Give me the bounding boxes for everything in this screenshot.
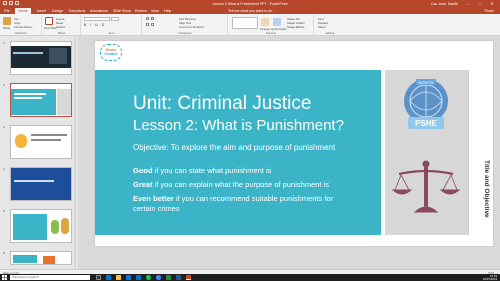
logo-text-line2: Creative [104,52,118,56]
thumbnail-image[interactable] [10,83,72,117]
user-name[interactable]: Cao Juan, Danflh [431,2,458,6]
minimize-icon[interactable]: – [462,0,474,7]
paragraph-group: Text Direction Align Text Convert to Sma… [143,15,228,35]
align-left-icon[interactable] [146,23,149,26]
paragraph-label: Paragraph [178,31,192,35]
editing-label: Editing [325,31,335,35]
bullets-icon[interactable] [146,17,149,20]
taskbar-search-input[interactable]: Type here to search [10,275,90,280]
windows-start-icon[interactable] [2,275,7,280]
font-label: Font [108,31,115,35]
great-criteria[interactable]: Great if you can explain what the purpos… [133,180,329,189]
title-panel: Unit: Criminal Justice Lesson 2: What is… [95,70,381,235]
quick-styles-icon[interactable] [273,18,281,26]
thumbnail-image[interactable] [10,209,72,243]
font-group: B I U S Font [82,15,142,35]
shape-effects-button[interactable]: Shape Effects [287,25,304,29]
thumbnail-scrollbar[interactable] [74,36,76,269]
thumbnail-number: 4 [3,167,5,171]
numbering-icon[interactable] [151,17,154,20]
powerpoint-icon[interactable] [186,275,191,280]
even-better-criteria-cont[interactable]: certain crimes [133,204,180,213]
new-slide-button[interactable]: New Slide [44,26,57,30]
section-button[interactable]: Section [56,25,65,29]
system-clock[interactable]: 10:19 01/07/2019 [483,274,497,281]
window-title: Lesson 2 What is Punishment PPT - PowerP… [212,1,288,6]
chrome-icon[interactable] [156,275,161,280]
drawing-label: Drawing [265,31,277,35]
shapes-gallery[interactable] [232,17,258,29]
slides-group: New Slide Layout Reset Section Slides [43,15,81,35]
font-name-select[interactable] [84,17,110,21]
image-panel: RIGHTS PSHE [385,70,468,235]
evans-creative-logo: Evans Creative [100,44,122,61]
good-label: Good [133,166,153,175]
thumbnail-number: 2 [3,83,5,87]
thumbnail-image[interactable] [10,41,72,75]
arrange-icon[interactable] [261,18,269,26]
windows-taskbar: Type here to search 10:19 01/07/2019 [0,274,500,281]
edge-browser-icon[interactable] [106,275,111,280]
convert-smartart-button[interactable]: Convert to SmartArt [179,25,204,29]
thumbnail-number: 6 [3,251,5,255]
slide-objective[interactable]: Objective: To explore the aim and purpos… [133,143,335,152]
slide-subtitle[interactable]: Lesson 2: What is Punishment? [133,117,344,134]
mail-icon[interactable] [136,275,141,280]
thumbnail-image[interactable] [10,251,72,265]
close-icon[interactable]: ✕ [486,0,498,7]
clock-date: 01/07/2019 [483,276,497,281]
thumbnail-number: 1 [3,41,5,45]
maximize-icon[interactable]: □ [474,0,486,7]
font-size-select[interactable] [111,17,119,21]
clipboard-group: Paste Cut Copy Format Painter Clipboard [0,15,42,35]
even-better-label: Even better [133,194,174,203]
scales-of-justice-icon [391,160,461,213]
pshe-badge-icon: RIGHTS PSHE [404,79,448,129]
format-painter-button[interactable]: Format Painter [14,25,33,29]
font-format-buttons[interactable]: B I U S [84,23,106,27]
store-icon[interactable] [126,275,131,280]
thumbnail-image[interactable] [10,167,72,201]
ribbon: Paste Cut Copy Format Painter Clipboard … [0,14,500,36]
even-better-criteria[interactable]: Even better if you can recommend suitabl… [133,194,333,203]
thumbnail-image[interactable] [10,125,72,159]
ribbon-tabs: File Home Insert Design Transitions Anim… [0,7,500,14]
new-slide-icon[interactable] [45,17,53,25]
good-criteria[interactable]: Good if you can state what punishment is [133,166,271,175]
task-view-icon[interactable] [96,275,101,280]
slides-label: Slides [57,31,66,35]
thumbnail-number: 5 [3,209,5,213]
select-button[interactable]: Select [318,25,326,29]
great-text: if you can explain what the purpose of p… [152,180,329,189]
slide-title[interactable]: Unit: Criminal Justice [133,93,311,115]
paste-icon[interactable] [3,17,11,25]
spotify-icon[interactable] [146,275,151,280]
editing-group: Find Replace Select Editing [315,15,345,35]
even-better-text: if you can recommend suitable punishment… [173,194,334,203]
file-explorer-icon[interactable] [116,275,121,280]
section-label-strip: Title and Objective [468,70,493,235]
window-controls: – □ ✕ [462,0,498,7]
thumbnail-number: 3 [3,125,5,129]
slide-thumbnail-panel: 1 2 3 4 5 6 [0,36,76,269]
current-slide[interactable]: Evans Creative Unit: Criminal Justice Le… [95,41,493,246]
great-label: Great [133,180,153,189]
clipboard-label: Clipboard [14,31,27,35]
title-bar: Lesson 2 What is Punishment PPT - PowerP… [0,0,500,7]
badge-text: PSHE [415,119,437,128]
excel-icon[interactable] [166,275,171,280]
badge-top-text: RIGHTS [418,80,433,85]
section-label: Title and Objective [483,160,490,218]
drawing-group: Arrange Quick Styles Shape Fill Shape Ou… [229,15,314,35]
paste-button[interactable]: Paste [3,26,10,30]
good-text: if you can state what punishment is [152,166,272,175]
align-center-icon[interactable] [151,23,154,26]
word-icon[interactable] [176,275,181,280]
